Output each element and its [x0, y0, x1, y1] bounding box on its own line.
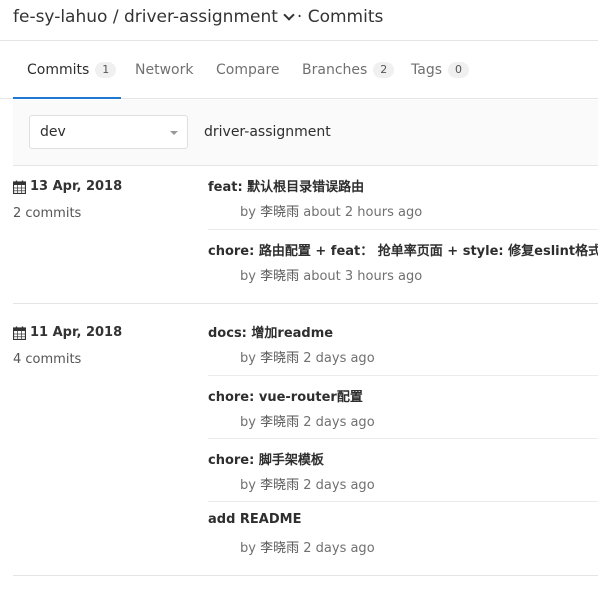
count-badge: 0	[448, 62, 469, 78]
commit-meta: by 李晓雨 about 2 hours ago	[240, 201, 422, 220]
day-date: 11 Apr, 2018	[13, 325, 122, 340]
namespace-link[interactable]: fe-sy-lahuo	[13, 7, 107, 27]
commit-author[interactable]: 李晓雨	[260, 541, 299, 556]
tab-compare[interactable]: Compare	[216, 42, 280, 98]
count-badge: 2	[373, 62, 395, 78]
commit-time: 2 days ago	[303, 351, 375, 366]
commit-title[interactable]: docs: 增加readme	[208, 322, 333, 341]
commit-author[interactable]: 李晓雨	[260, 478, 299, 493]
breadcrumb: fe-sy-lahuo / driver-assignment · Commit…	[13, 7, 383, 27]
commit-item: chore: 脚手架模板 by 李晓雨 2 days ago	[208, 439, 598, 502]
commit-meta: by 李晓雨 2 days ago	[240, 411, 375, 430]
commit-item: docs: 增加readme by 李晓雨 2 days ago	[208, 312, 598, 376]
tab-network[interactable]: Network	[135, 42, 193, 98]
commit-author[interactable]: 李晓雨	[260, 205, 299, 220]
day-date: 13 Apr, 2018	[13, 179, 122, 194]
commit-title[interactable]: chore: 脚手架模板	[208, 449, 324, 468]
page-title: · Commits	[296, 7, 384, 27]
commit-author[interactable]: 李晓雨	[260, 269, 299, 284]
repo-name: driver-assignment	[204, 124, 331, 140]
breadcrumb-separator: /	[107, 7, 124, 27]
tab-commits[interactable]: Commits 1	[13, 42, 121, 99]
branch-select-value: dev	[40, 124, 66, 140]
commit-time: 2 days ago	[303, 541, 375, 556]
tab-label: Tags	[411, 62, 442, 78]
commit-day-group: 11 Apr, 2018 4 commits docs: 增加readme by…	[13, 312, 598, 576]
commit-title[interactable]: chore: vue-router配置	[208, 386, 363, 405]
commit-time: 2 days ago	[303, 415, 375, 430]
commit-day-group: 13 Apr, 2018 2 commits feat: 默认根目录错误路由 b…	[13, 166, 598, 304]
commit-meta: by 李晓雨 2 days ago	[240, 347, 375, 366]
nav-tabs: Commits 1 Network Compare Branches 2 Tag…	[0, 42, 598, 99]
commit-meta: by 李晓雨 2 days ago	[240, 474, 375, 493]
count-badge: 1	[95, 61, 117, 78]
commit-title[interactable]: add README	[208, 512, 301, 527]
commit-item: chore: 路由配置 + feat： 抢单率页面 + style: 修复esl…	[208, 230, 598, 304]
commit-by: by	[240, 269, 256, 284]
chevron-down-icon[interactable]	[283, 9, 295, 21]
commit-time: 2 days ago	[303, 478, 375, 493]
tab-branches[interactable]: Branches 2	[302, 42, 395, 98]
branch-select[interactable]: dev	[29, 115, 188, 149]
commit-by: by	[240, 478, 256, 493]
day-commit-count: 2 commits	[13, 206, 82, 221]
tab-label: Branches	[302, 62, 368, 78]
commit-time: about 3 hours ago	[303, 269, 423, 284]
calendar-icon	[13, 326, 26, 340]
commit-by: by	[240, 351, 256, 366]
tab-label: Compare	[216, 62, 280, 78]
commit-item: add README by 李晓雨 2 days ago	[208, 502, 598, 576]
day-commit-count: 4 commits	[13, 352, 82, 367]
commit-time: about 2 hours ago	[303, 205, 423, 220]
commit-item: feat: 默认根目录错误路由 by 李晓雨 about 2 hours ago	[208, 166, 598, 230]
dropdown-caret-icon	[170, 131, 178, 135]
tab-tags[interactable]: Tags 0	[411, 42, 469, 98]
commit-meta: by 李晓雨 about 3 hours ago	[240, 265, 422, 284]
commits-filter-bar: dev driver-assignment	[13, 100, 598, 166]
commit-by: by	[240, 415, 256, 430]
day-date-label: 11 Apr, 2018	[30, 325, 123, 340]
tab-label: Commits	[27, 61, 90, 78]
commit-title[interactable]: feat: 默认根目录错误路由	[208, 176, 364, 195]
commit-by: by	[240, 205, 256, 220]
title-bar: fe-sy-lahuo / driver-assignment · Commit…	[0, 0, 598, 41]
commit-author[interactable]: 李晓雨	[260, 415, 299, 430]
commit-item: chore: vue-router配置 by 李晓雨 2 days ago	[208, 376, 598, 439]
commit-by: by	[240, 541, 256, 556]
commit-title[interactable]: chore: 路由配置 + feat： 抢单率页面 + style: 修复esl…	[208, 240, 598, 259]
tab-label: Network	[135, 62, 194, 78]
project-link[interactable]: driver-assignment	[124, 7, 278, 27]
commit-meta: by 李晓雨 2 days ago	[240, 537, 375, 556]
day-date-label: 13 Apr, 2018	[30, 179, 123, 194]
calendar-icon	[13, 180, 26, 194]
commit-author[interactable]: 李晓雨	[260, 351, 299, 366]
